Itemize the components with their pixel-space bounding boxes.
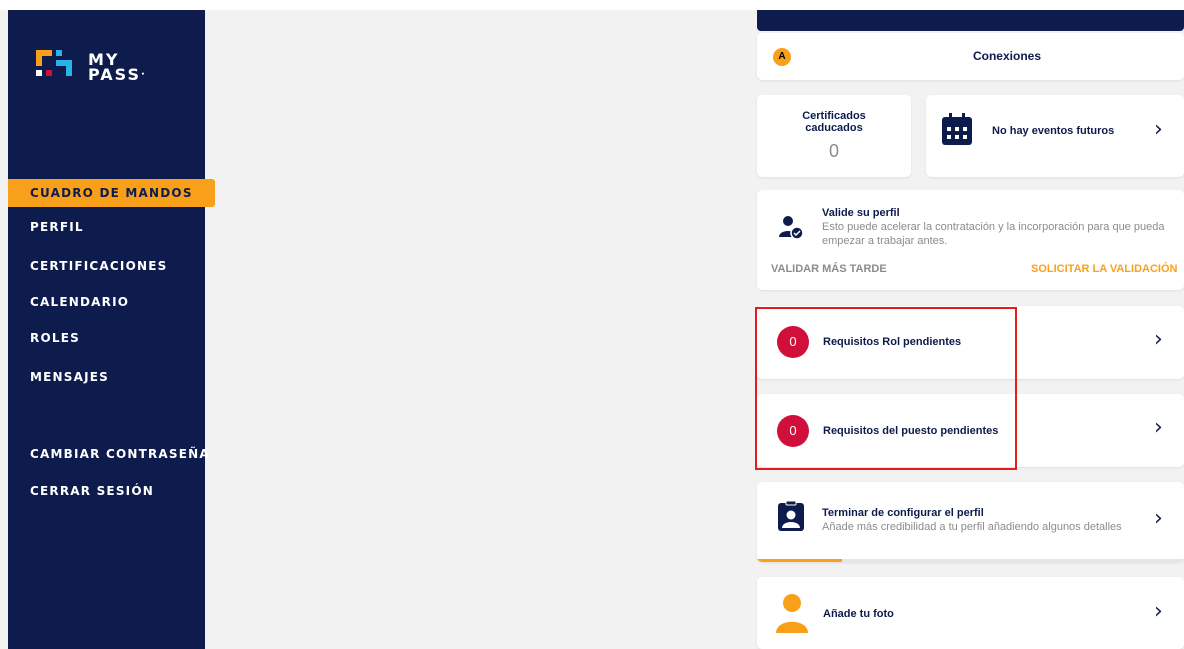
sidebar-item-label: CALENDARIO bbox=[30, 295, 130, 309]
validate-description: Esto puede acelerar la contratación y la… bbox=[822, 221, 1165, 247]
sidebar-item-calendario[interactable]: CALENDARIO bbox=[8, 288, 215, 316]
sidebar-item-label: CERRAR SESIÓN bbox=[30, 484, 154, 498]
top-strip bbox=[0, 0, 1184, 10]
validate-title: Valide su perfil bbox=[822, 207, 900, 219]
events-card[interactable]: No hay eventos futuros › bbox=[926, 95, 1184, 177]
sidebar-item-cambiar-contrasena[interactable]: CAMBIAR CONTRASEÑA bbox=[8, 440, 215, 468]
calendar-icon bbox=[942, 113, 972, 145]
sidebar-item-label: CUADRO DE MANDOS bbox=[30, 186, 193, 200]
logo-text: MY PASS• bbox=[88, 50, 147, 84]
id-badge-icon bbox=[778, 501, 804, 531]
sidebar-item-perfil[interactable]: PERFIL bbox=[8, 213, 215, 241]
mypass-logo-icon bbox=[36, 50, 72, 76]
profile-progress-fill bbox=[757, 559, 843, 562]
chevron-right-icon: › bbox=[1154, 599, 1163, 624]
request-validation-button[interactable]: SOLICITAR LA VALIDACIÓN bbox=[1031, 263, 1177, 275]
validate-later-button[interactable]: VALIDAR MÁS TARDE bbox=[771, 263, 887, 275]
sidebar-item-certificaciones[interactable]: CERTIFICACIONES bbox=[8, 252, 215, 280]
validate-profile-card: Valide su perfil Esto puede acelerar la … bbox=[757, 190, 1184, 290]
certificates-card[interactable]: Certificados caducados 0 bbox=[757, 95, 911, 177]
sidebar-item-mensajes[interactable]: MENSAJES bbox=[8, 363, 215, 391]
add-photo-label: Añade tu foto bbox=[823, 608, 894, 620]
connections-label: Conexiones bbox=[972, 49, 1041, 63]
certificates-count: 0 bbox=[828, 141, 839, 161]
profile-setup-card[interactable]: Terminar de configurar el perfil Añade m… bbox=[757, 482, 1184, 562]
sidebar-item-cerrar-sesion[interactable]: CERRAR SESIÓN bbox=[8, 477, 215, 505]
profile-setup-subtitle: Añade más credibilidad a tu perfil añadi… bbox=[822, 521, 1122, 533]
sidebar-item-label: MENSAJES bbox=[30, 370, 110, 384]
logo: MY PASS• bbox=[28, 42, 178, 84]
top-header-bar bbox=[757, 10, 1184, 31]
chevron-right-icon: › bbox=[1154, 117, 1163, 142]
profile-setup-title: Terminar de configurar el perfil bbox=[822, 507, 984, 519]
user-verified-icon bbox=[779, 216, 803, 239]
sidebar-item-label: CAMBIAR CONTRASEÑA bbox=[30, 447, 210, 461]
highlight-box bbox=[755, 307, 1017, 470]
sidebar-item-label: CERTIFICACIONES bbox=[30, 259, 168, 273]
profile-progress-track bbox=[757, 559, 1184, 562]
chevron-right-icon: › bbox=[1154, 506, 1163, 531]
sidebar-item-label: ROLES bbox=[30, 331, 80, 345]
events-label: No hay eventos futuros bbox=[992, 125, 1115, 137]
sidebar-item-label: PERFIL bbox=[30, 220, 84, 234]
certificates-label: Certificados caducados bbox=[802, 110, 866, 134]
chevron-right-icon: › bbox=[1154, 327, 1163, 352]
add-photo-card[interactable]: Añade tu foto › bbox=[757, 577, 1184, 649]
sidebar-item-cuadro-de-mandos[interactable]: CUADRO DE MANDOS bbox=[8, 179, 215, 207]
connections-card[interactable]: A Conexiones bbox=[757, 33, 1184, 80]
user-avatar-icon bbox=[776, 594, 808, 633]
chevron-right-icon: › bbox=[1154, 415, 1163, 440]
sidebar-item-roles[interactable]: ROLES bbox=[8, 324, 215, 352]
logo-line-2: PASS bbox=[88, 65, 141, 84]
